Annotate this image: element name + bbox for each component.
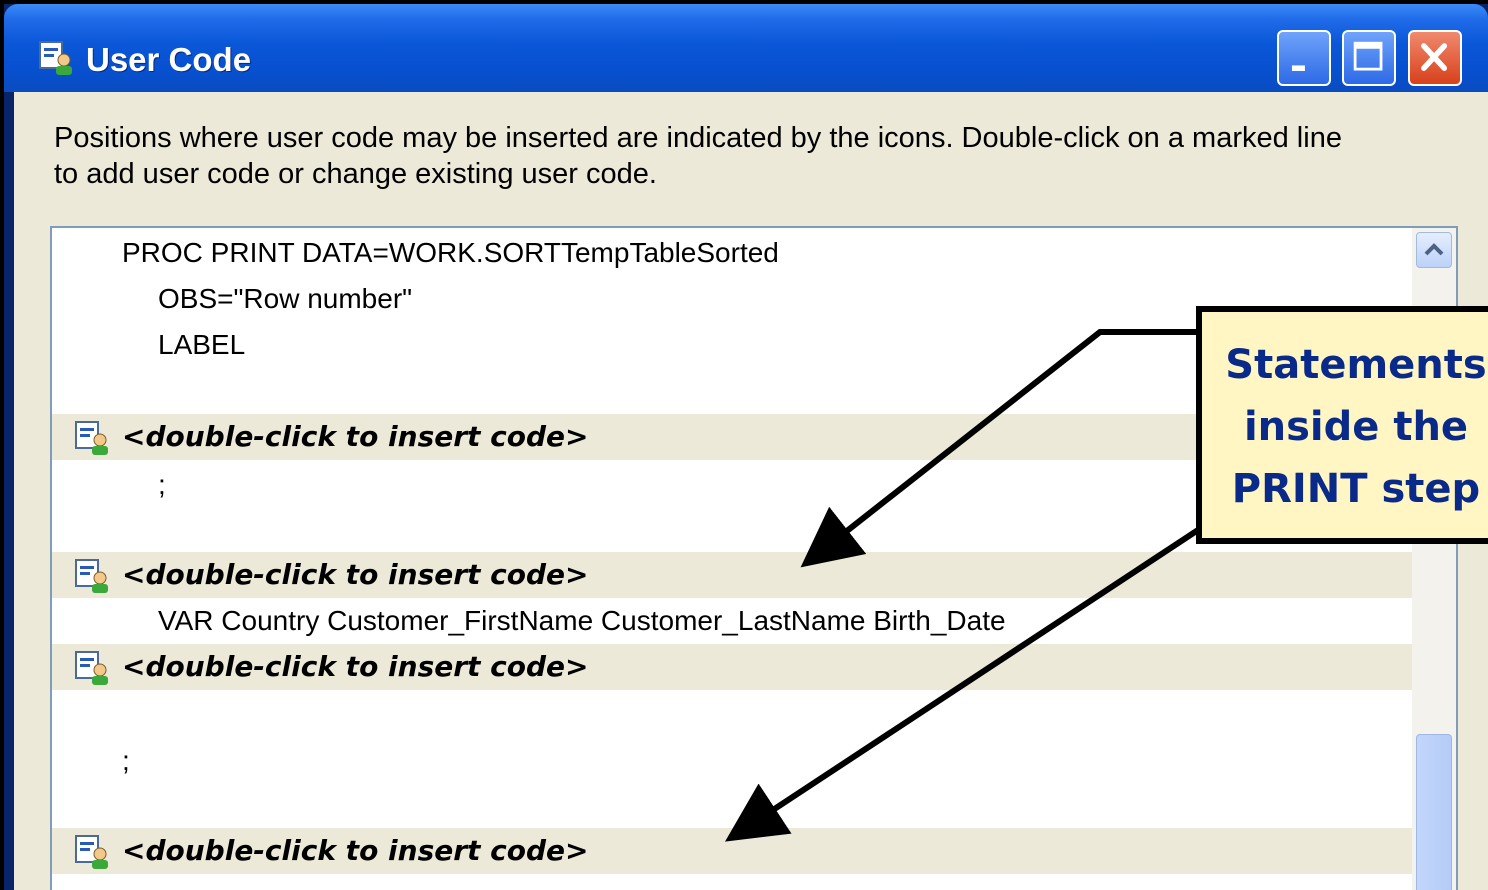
user-code-icon: [75, 559, 108, 593]
close-icon: [1421, 43, 1448, 71]
insert-code-line[interactable]: <double-click to insert code>: [52, 828, 1412, 874]
minimize-button[interactable]: [1277, 30, 1331, 86]
callout-line-3: PRINT step: [1231, 466, 1481, 512]
title-bar[interactable]: User Code: [4, 4, 1488, 92]
insert-code-line[interactable]: <double-click to insert code>: [52, 644, 1412, 690]
instructions-text: Positions where user code may be inserte…: [54, 122, 1342, 190]
code-line-text: VAR Country Customer_FirstName Customer_…: [158, 605, 1006, 636]
scroll-up-button[interactable]: [1416, 232, 1452, 268]
code-line[interactable]: ;: [52, 738, 1412, 784]
callout-line-2: inside the: [1243, 404, 1469, 450]
code-line-text: ;: [122, 745, 130, 776]
insert-code-label: <double-click to insert code>: [122, 420, 589, 453]
insert-code-line[interactable]: <double-click to insert code>: [52, 552, 1412, 598]
user-code-icon: [39, 41, 72, 75]
annotation-callout: Statements inside the PRINT step: [1196, 306, 1488, 544]
scroll-thumb[interactable]: [1416, 734, 1452, 890]
close-button[interactable]: [1408, 30, 1462, 86]
code-line-text: LABEL: [158, 329, 246, 360]
user-code-icon: [75, 421, 108, 455]
code-line[interactable]: PROC PRINT DATA=WORK.SORTTempTableSorted: [52, 230, 1412, 276]
maximize-button[interactable]: [1342, 30, 1396, 86]
insert-code-label: <double-click to insert code>: [122, 558, 589, 591]
code-line-text: ;: [158, 469, 166, 500]
user-code-icon: [75, 835, 108, 869]
code-line-text: PROC PRINT DATA=WORK.SORTTempTableSorted: [122, 237, 779, 268]
minimize-icon: [1291, 65, 1305, 71]
window-title: User Code: [86, 41, 252, 78]
chevron-up-icon: [1424, 243, 1444, 256]
user-code-icon: [75, 651, 108, 685]
insert-code-label: <double-click to insert code>: [122, 834, 589, 867]
code-line[interactable]: VAR Country Customer_FirstName Customer_…: [52, 598, 1412, 644]
code-line-text: OBS="Row number": [158, 283, 413, 314]
callout-line-1: Statements: [1225, 342, 1487, 388]
maximize-icon: [1353, 41, 1383, 71]
insert-code-label: <double-click to insert code>: [122, 650, 589, 683]
